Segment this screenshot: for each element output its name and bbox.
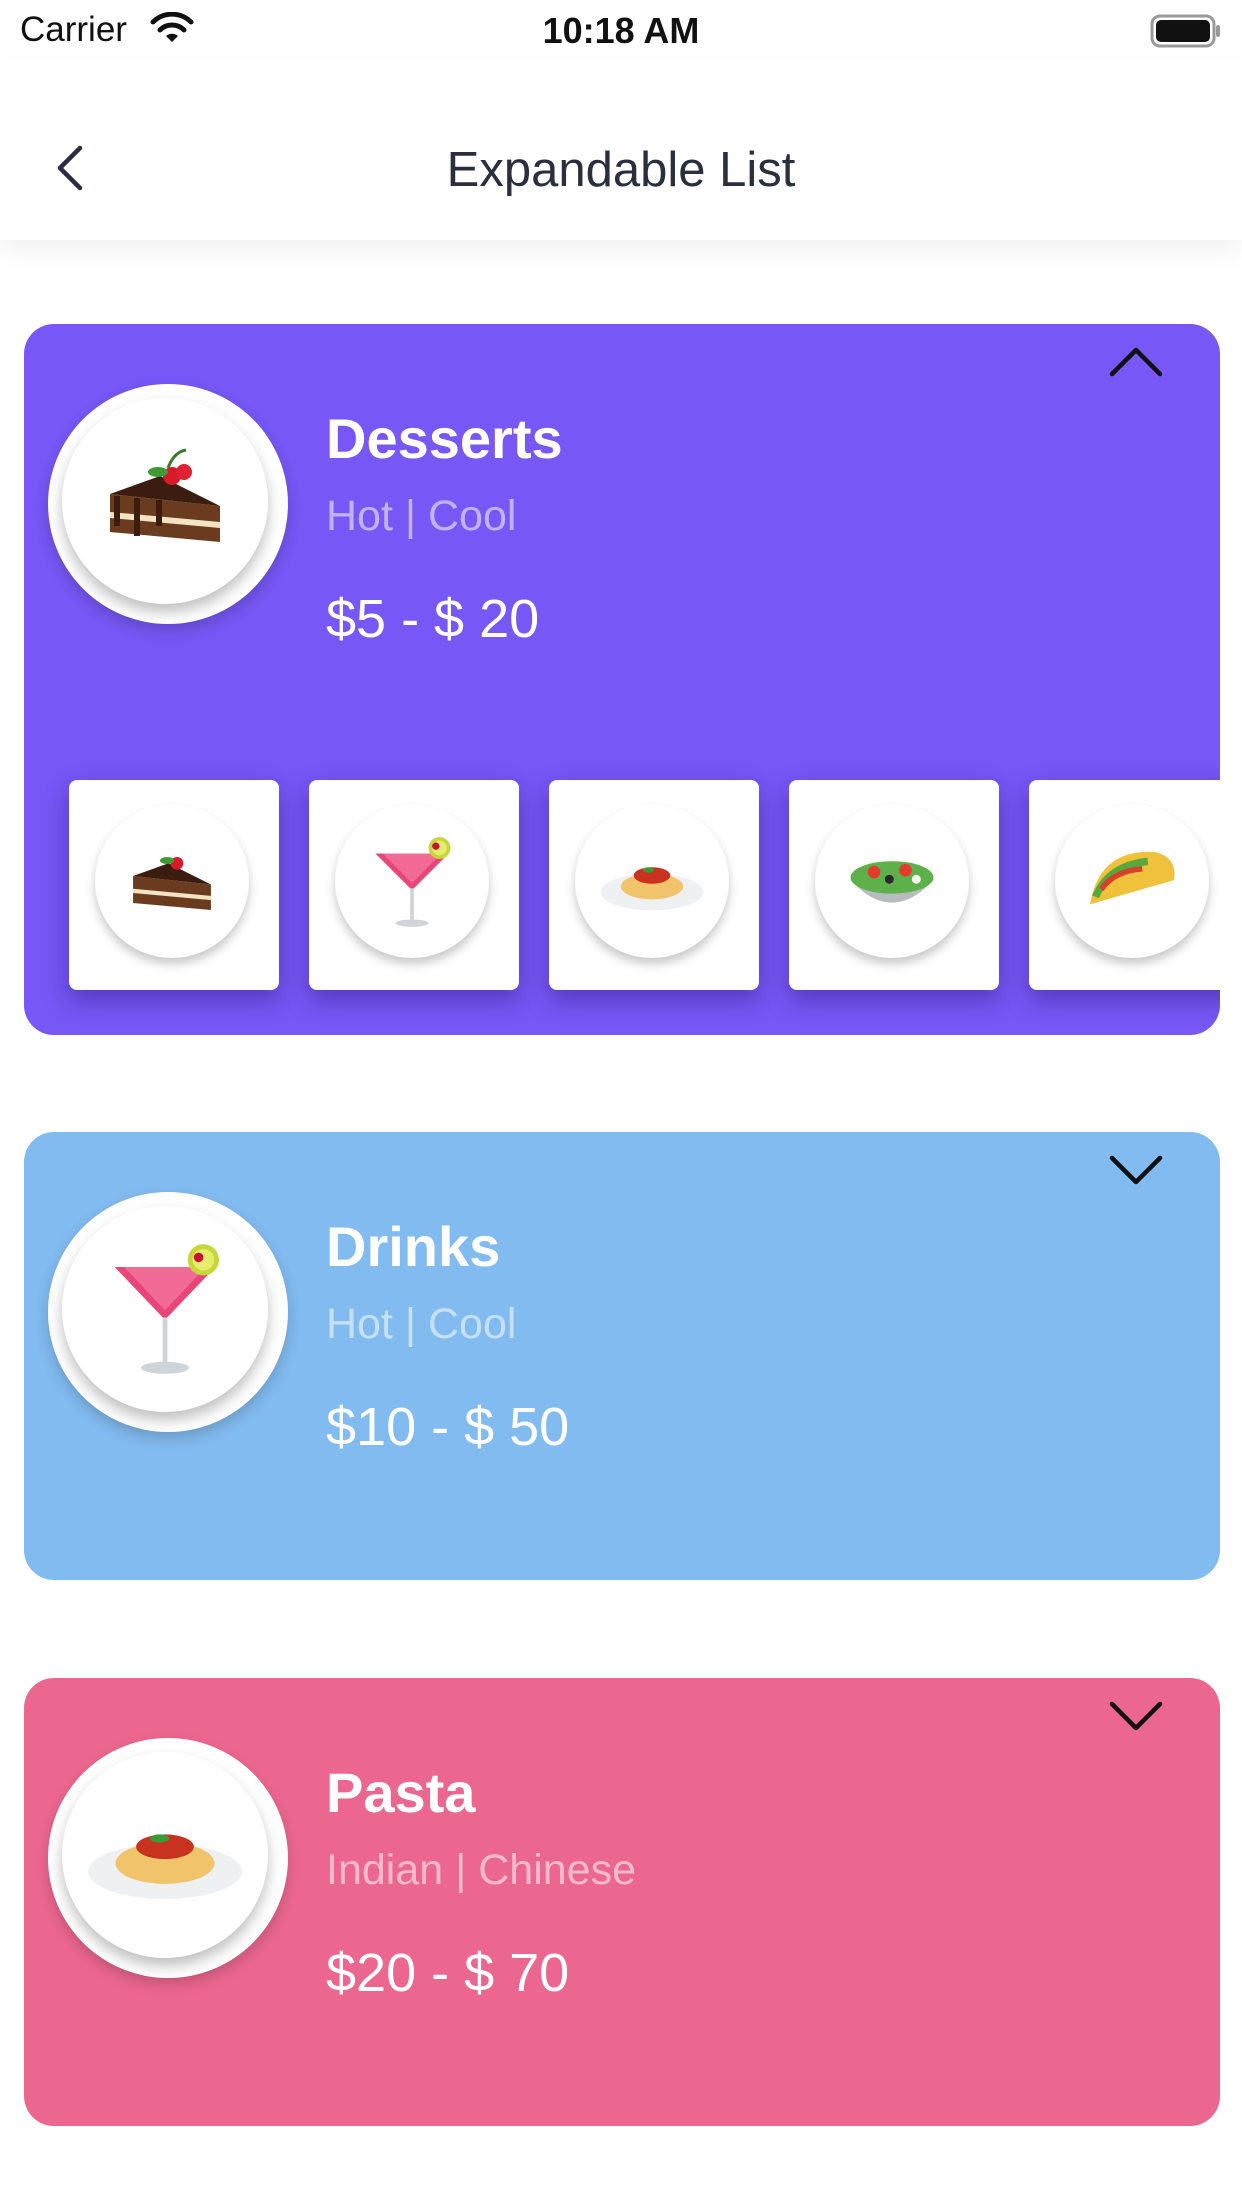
category-price: $5 - $ 20: [326, 589, 540, 649]
taco-icon: [1090, 851, 1175, 905]
category-subtitle: Hot | Cool: [326, 1300, 517, 1348]
category-card-drinks[interactable]: Drinks Hot | Cool $10 - $ 50: [24, 1132, 1220, 1580]
category-title: Pasta: [326, 1761, 476, 1824]
pasta-icon: [88, 1834, 242, 1899]
status-time: 10:18 AM: [542, 10, 700, 51]
page-title: Expandable List: [446, 143, 796, 197]
category-avatar: [48, 1738, 288, 1978]
cocktail-icon: [375, 837, 451, 927]
navigation-bar: Expandable List: [0, 60, 1242, 240]
thumbnail-pasta[interactable]: [549, 780, 759, 990]
cake-icon: [133, 856, 211, 911]
category-price: $10 - $ 50: [326, 1397, 570, 1457]
status-bar: Carrier 10:18 AM: [0, 0, 1242, 60]
category-subtitle: Hot | Cool: [326, 492, 517, 540]
category-card-desserts[interactable]: Desserts Hot | Cool $5 - $ 20: [24, 324, 1220, 1035]
cake-icon: [110, 448, 220, 542]
chevron-down-icon[interactable]: [1108, 1150, 1164, 1190]
battery-icon: [1150, 14, 1220, 48]
category-avatar: [48, 1192, 288, 1432]
chevron-up-icon[interactable]: [1108, 342, 1164, 382]
pasta-icon: [600, 867, 704, 911]
thumbnail-strip[interactable]: [24, 780, 1220, 1035]
thumbnail-salad[interactable]: [789, 780, 999, 990]
salad-icon: [849, 861, 935, 903]
thumbnail-taco[interactable]: [1029, 780, 1220, 990]
category-price: $20 - $ 70: [326, 1943, 570, 2003]
category-title: Desserts: [326, 407, 563, 470]
thumbnail-cocktail[interactable]: [309, 780, 519, 990]
chevron-down-icon[interactable]: [1108, 1696, 1164, 1736]
category-subtitle: Indian | Chinese: [326, 1846, 636, 1894]
category-avatar: [48, 384, 288, 624]
category-title: Drinks: [326, 1215, 501, 1278]
category-card-pasta[interactable]: Pasta Indian | Chinese $20 - $ 70: [24, 1678, 1220, 2126]
thumbnail-cake[interactable]: [69, 780, 279, 990]
cocktail-icon: [114, 1244, 219, 1374]
